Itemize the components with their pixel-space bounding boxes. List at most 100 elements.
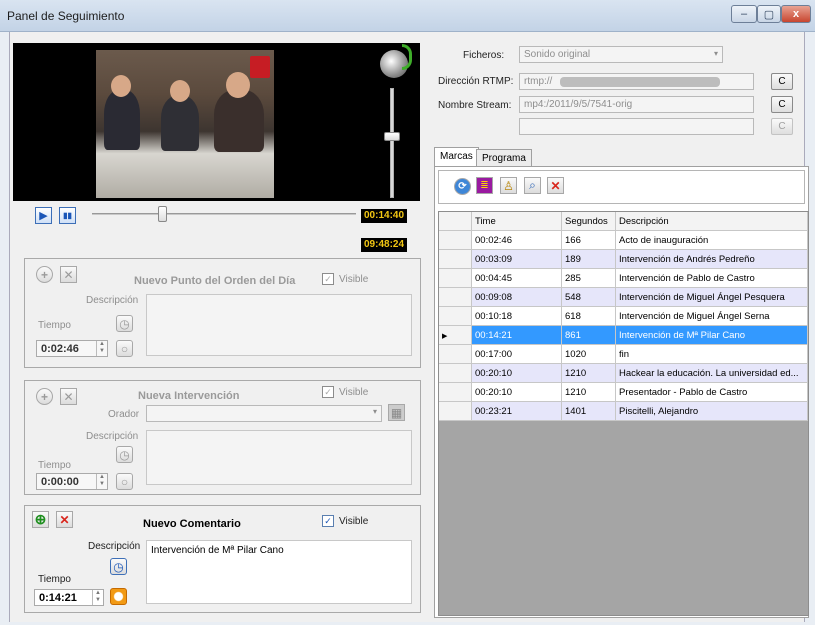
cell-segundos[interactable]: 618 [562,307,616,326]
column-header-segundos[interactable]: Segundos [562,212,616,231]
table-row[interactable]: 00:04:45 285 Intervención de Pablo de Cast… [439,269,808,288]
punto-descripcion-field[interactable] [146,294,412,356]
cell-time[interactable]: 00:04:45 [472,269,562,288]
add-icon[interactable]: + [36,266,53,283]
video-player[interactable] [13,43,420,201]
intervencion-tiempo-stepper[interactable]: 0:00:00 ▲ ▼ [36,473,108,490]
volume-track[interactable] [390,88,394,198]
person-icon[interactable]: ♙ [500,177,517,194]
cell-descripcion[interactable]: Acto de inauguración [616,231,808,250]
cell-segundos[interactable]: 1401 [562,402,616,421]
cell-descripcion[interactable]: Intervención de Miguel Ángel Serna [616,307,808,326]
close-button[interactable]: x [781,5,811,23]
tab-programa[interactable]: Programa [476,149,532,166]
volume-slider-thumb[interactable] [384,132,400,141]
column-header-descripcion[interactable]: Descripción [616,212,808,231]
cell-segundos[interactable]: 166 [562,231,616,250]
cell-time[interactable]: 00:17:00 [472,345,562,364]
search-icon[interactable]: ⌕ [524,177,541,194]
cell-time[interactable]: 00:20:10 [472,364,562,383]
cell-descripcion[interactable]: Hackear la educación. La universidad ed.… [616,364,808,383]
cell-segundos[interactable]: 548 [562,288,616,307]
cell-descripcion[interactable]: Intervención de Pablo de Castro [616,269,808,288]
cell-time[interactable]: 00:02:46 [472,231,562,250]
table-row[interactable]: 00:20:10 1210 Hackear la educación. La uni… [439,364,808,383]
stepper-arrows[interactable]: ▲ ▼ [96,474,107,489]
play-button[interactable]: ▶ [35,207,52,224]
cell-segundos[interactable]: 861 [562,326,616,345]
cell-descripcion[interactable]: Intervención de Miguel Ángel Pesquera [616,288,808,307]
comentario-tiempo-stepper[interactable]: 0:14:21 ▲ ▼ [34,589,104,606]
delete-icon[interactable]: ✕ [60,266,77,283]
marcas-grid[interactable]: Time Segundos Descripción 00:02:46 166 Act… [438,211,809,616]
row-header[interactable] [439,345,472,364]
cell-descripcion[interactable]: Presentador - Pablo de Castro [616,383,808,402]
ficheros-select[interactable]: Sonido original ▾ [519,46,723,63]
rtmp-field[interactable]: rtmp:// [519,73,754,90]
delete-icon[interactable]: ✕ [547,177,564,194]
add-comment-icon[interactable]: ⊕ [32,511,49,528]
table-row[interactable]: 00:23:21 1401 Piscitelli, Alejandro [439,402,808,421]
seek-thumb[interactable] [158,206,167,222]
cell-segundos[interactable]: 1020 [562,345,616,364]
table-row[interactable]: 00:17:00 1020 fin [439,345,808,364]
set-time-icon[interactable]: ○ [116,340,133,357]
delete-icon[interactable]: ✕ [60,388,77,405]
row-header[interactable] [439,307,472,326]
cell-time[interactable]: 00:23:21 [472,402,562,421]
cell-descripcion[interactable]: fin [616,345,808,364]
cell-time[interactable]: 00:20:10 [472,383,562,402]
punto-visible-checkbox[interactable]: ✓ [322,273,334,285]
table-row[interactable]: 00:09:08 548 Intervención de Miguel Ángel … [439,288,808,307]
cell-descripcion[interactable]: Piscitelli, Alejandro [616,402,808,421]
table-row[interactable]: 00:20:10 1210 Presentador - Pablo de Castr… [439,383,808,402]
tab-marcas[interactable]: Marcas [434,147,479,166]
delete-comment-icon[interactable]: ✕ [56,511,73,528]
cell-segundos[interactable]: 189 [562,250,616,269]
add-icon[interactable]: + [36,388,53,405]
maximize-button[interactable]: ▢ [757,5,781,23]
list-icon[interactable]: ≣ [476,177,493,194]
row-header[interactable] [439,250,472,269]
table-row[interactable]: 00:10:18 618 Intervención de Miguel Ángel … [439,307,808,326]
clock-icon[interactable]: ◷ [110,558,127,575]
intervencion-visible-checkbox[interactable]: ✓ [322,386,334,398]
cell-segundos[interactable]: 1210 [562,383,616,402]
speakers-list-icon[interactable]: ▦ [388,404,405,421]
cell-time[interactable]: 00:09:08 [472,288,562,307]
cell-time[interactable]: 00:14:21 [472,326,562,345]
connect-stream-button[interactable]: C [771,96,793,113]
row-header[interactable] [439,269,472,288]
row-header[interactable]: ▶ [439,326,472,345]
cell-time[interactable]: 00:10:18 [472,307,562,326]
cell-descripcion[interactable]: Intervención de Mª Pilar Cano [616,326,808,345]
table-row[interactable]: 00:03:09 189 Intervención de Andrés Pedreñ… [439,250,808,269]
cell-time[interactable]: 00:03:09 [472,250,562,269]
comentario-descripcion-field[interactable]: Intervención de Mª Pilar Cano [146,540,412,604]
row-header[interactable] [439,288,472,307]
refresh-icon[interactable]: ⟳ [454,178,471,195]
cell-segundos[interactable]: 1210 [562,364,616,383]
clock-icon[interactable]: ◷ [116,315,133,332]
column-header-time[interactable]: Time [472,212,562,231]
seek-track[interactable] [92,213,356,215]
row-header[interactable] [439,364,472,383]
intervencion-descripcion-field[interactable] [146,430,412,485]
connect-rtmp-button[interactable]: C [771,73,793,90]
connect-extra-button[interactable]: C [771,118,793,135]
row-header[interactable] [439,402,472,421]
set-time-icon[interactable]: ○ [116,473,133,490]
cell-descripcion[interactable]: Intervención de Andrés Pedreño [616,250,808,269]
stepper-arrows[interactable]: ▲ ▼ [92,590,103,605]
clock-icon[interactable]: ◷ [116,446,133,463]
table-row[interactable]: 00:02:46 166 Acto de inauguración [439,231,808,250]
pause-button[interactable]: ▮▮ [59,207,76,224]
table-row[interactable]: ▶ 00:14:21 861 Intervención de Mª Pilar Can… [439,326,808,345]
punto-tiempo-stepper[interactable]: 0:02:46 ▲ ▼ [36,340,108,357]
row-header[interactable] [439,231,472,250]
comentario-visible-checkbox[interactable]: ✓ [322,515,334,527]
set-time-icon[interactable] [110,588,127,605]
stream-field[interactable]: mp4:/2011/9/5/7541-orig [519,96,754,113]
row-header[interactable] [439,383,472,402]
extra-field[interactable] [519,118,754,135]
